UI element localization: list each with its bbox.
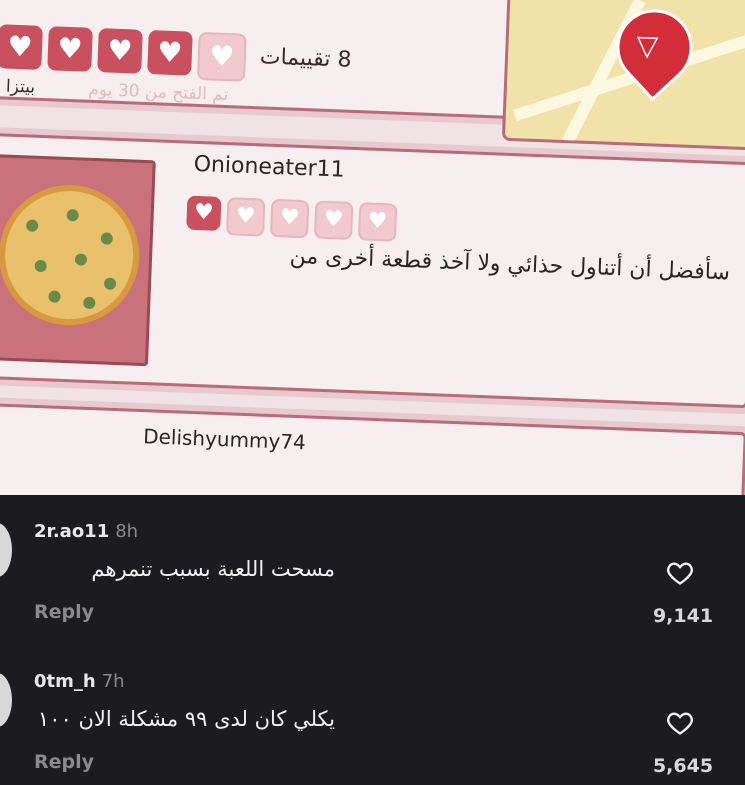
map-thumbnail[interactable]: ▽ <box>501 0 745 151</box>
comment-item: 2r.ao11 8h مسحت اللعبة بسبب تنمرهم Reply … <box>0 495 745 635</box>
like-count: 9,141 <box>652 605 714 627</box>
pizza-disc <box>0 182 142 328</box>
next-review-username: Delishyummy74 <box>142 424 307 455</box>
game-screenshot: ✎ ♥ ♥ ♥ ♥ ♥ 8 تقييمات تم الفتح من 30 يوم… <box>0 0 745 495</box>
comment-item: 0tm_h 7h يكلي كان لدى ٩٩ مشكلة الان ١٠٠ R… <box>0 645 745 785</box>
pizza-image <box>0 154 156 367</box>
reply-button[interactable]: Reply <box>34 601 94 623</box>
comment-username[interactable]: 0tm_h 7h <box>34 671 125 692</box>
heart-icon: ♥ <box>47 26 93 72</box>
avatar[interactable] <box>0 523 12 577</box>
comment-text: يكلي كان لدى ٩٩ مشكلة الان ١٠٠ <box>37 707 335 731</box>
avatar[interactable] <box>0 673 12 727</box>
heart-icon: ♥ <box>226 197 266 237</box>
heart-icon: ♥ <box>0 24 43 70</box>
opened-text: تم الفتح من 30 يوم <box>88 79 229 106</box>
restaurant-card: ✎ ♥ ♥ ♥ ♥ ♥ 8 تقييمات تم الفتح من 30 يوم… <box>0 0 564 121</box>
heart-icon: ♥ <box>147 30 193 76</box>
review-text: سأفضل أن أتناول حذائي ولا آخذ قطعة أخرى … <box>289 243 731 286</box>
heart-icon[interactable] <box>666 709 694 737</box>
pizza-slice-icon: ▽ <box>635 28 659 63</box>
comments-section: 2r.ao11 8h مسحت اللعبة بسبب تنمرهم Reply … <box>0 495 745 783</box>
restaurant-rating: ♥ ♥ ♥ ♥ ♥ <box>0 24 247 82</box>
review-rating: ♥ ♥ ♥ ♥ ♥ <box>186 195 398 242</box>
category-tag: بيتزا • <box>0 76 36 98</box>
game-screen: ✎ ♥ ♥ ♥ ♥ ♥ 8 تقييمات تم الفتح من 30 يوم… <box>0 0 745 495</box>
like-count: 5,645 <box>652 755 714 777</box>
heart-icon[interactable] <box>666 559 694 587</box>
review-username: Onioneater11 <box>193 151 346 183</box>
heart-icon: ♥ <box>97 28 143 74</box>
ratings-count: 8 تقييمات <box>259 44 352 73</box>
heart-icon: ♥ <box>269 198 310 239</box>
comment-username[interactable]: 2r.ao11 8h <box>34 521 138 542</box>
reply-button[interactable]: Reply <box>34 751 94 773</box>
comment-text: مسحت اللعبة بسبب تنمرهم <box>91 557 335 581</box>
review-card: Onioneater11 ♥ ♥ ♥ ♥ ♥ سأفضل أن أتناول ح… <box>0 133 745 409</box>
pencil-icon: ✎ <box>150 0 173 5</box>
comment-time: 7h <box>101 671 125 692</box>
heart-icon: ♥ <box>357 202 398 242</box>
comment-time: 8h <box>115 521 139 542</box>
heart-icon: ♥ <box>186 195 222 231</box>
heart-icon: ♥ <box>313 200 354 240</box>
next-review-card: Delishyummy74 <box>0 402 745 495</box>
heart-icon: ♥ <box>196 31 247 82</box>
